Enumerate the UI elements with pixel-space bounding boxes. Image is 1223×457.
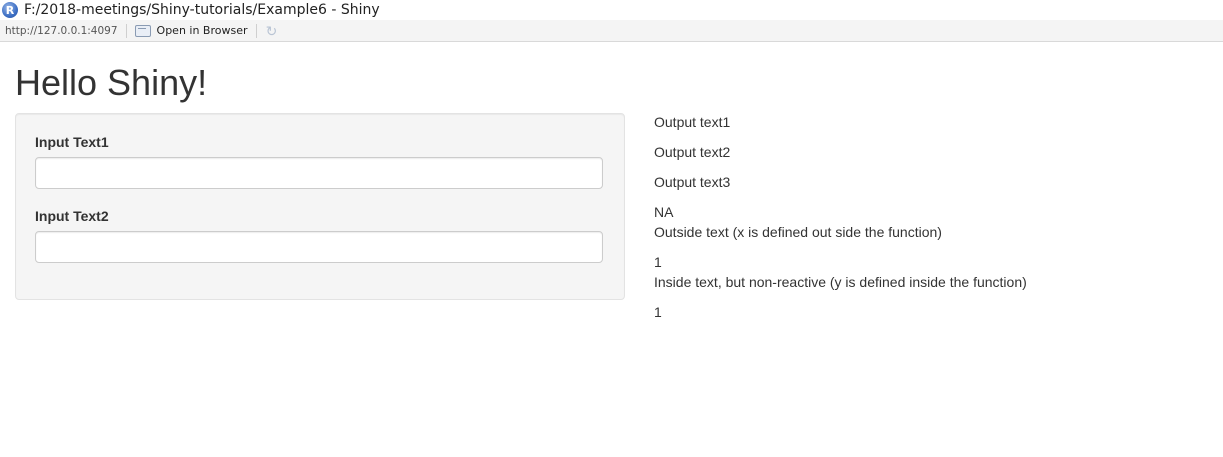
- output-text1: Output text1: [654, 114, 731, 130]
- window-title: F:/2018-meetings/Shiny-tutorials/Example…: [24, 2, 380, 18]
- page-title: Hello Shiny!: [15, 62, 208, 103]
- outside-text: Outside text (x is defined out side the …: [654, 224, 942, 240]
- r-logo-icon: R: [2, 2, 18, 18]
- input-text2-label: Input Text2: [35, 208, 109, 224]
- viewer-toolbar: http://127.0.0.1:4097 Open in Browser ↻: [0, 20, 1223, 42]
- browser-window-icon: [134, 24, 151, 37]
- open-in-browser-label: Open in Browser: [156, 24, 248, 37]
- output-text2: Output text2: [654, 144, 731, 160]
- input-text2-field[interactable]: [35, 231, 603, 263]
- url-label: http://127.0.0.1:4097: [5, 24, 118, 37]
- output-text3: Output text3: [654, 174, 731, 190]
- window-title-bar: R F:/2018-meetings/Shiny-tutorials/Examp…: [0, 0, 1223, 20]
- output-x-value: NA: [654, 204, 674, 220]
- output-value-2: 1: [654, 304, 662, 320]
- input-text1-field[interactable]: [35, 157, 603, 189]
- toolbar-divider: [255, 23, 257, 38]
- inside-text: Inside text, but non-reactive (y is defi…: [654, 274, 1027, 290]
- open-in-browser-button[interactable]: Open in Browser: [134, 24, 248, 37]
- toolbar-divider: [125, 23, 127, 38]
- input-text1-label: Input Text1: [35, 134, 109, 150]
- refresh-icon[interactable]: ↻: [265, 24, 279, 38]
- sidebar-panel: Input Text1 Input Text2: [15, 113, 625, 300]
- output-value-1: 1: [654, 254, 662, 270]
